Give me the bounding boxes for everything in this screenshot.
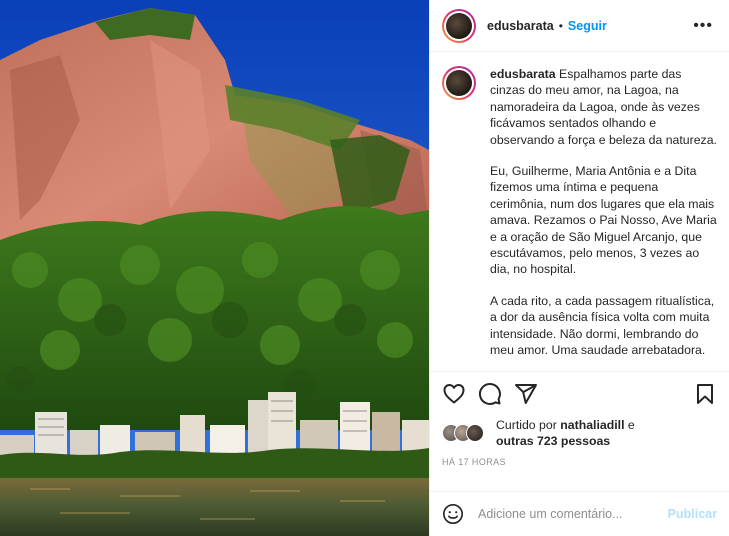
likes-row: Curtido por nathaliadill e outras 723 pe… [430, 416, 729, 450]
liker-avatar[interactable] [466, 424, 484, 442]
comment-bar: Publicar [430, 491, 729, 536]
post-photo[interactable] [0, 0, 429, 536]
smiley-icon[interactable] [442, 503, 464, 525]
action-bar [430, 372, 729, 416]
liker-username[interactable]: nathaliadill [560, 418, 624, 432]
caption-username[interactable]: edusbarata [490, 67, 556, 81]
liker-avatars[interactable] [442, 424, 490, 442]
separator-dot: • [558, 18, 563, 33]
caption-paragraph: edusbarata Espalhamos parte das cinzas d… [490, 67, 717, 147]
more-options-icon[interactable]: ••• [693, 17, 717, 35]
post-header: edusbarata • Seguir ••• [430, 0, 729, 52]
comment-icon[interactable] [478, 382, 502, 406]
share-icon[interactable] [514, 382, 538, 406]
likes-count-link[interactable]: outras 723 pessoas [496, 434, 610, 448]
author-avatar[interactable] [442, 8, 476, 43]
heart-icon[interactable] [442, 382, 466, 406]
publish-button[interactable]: Publicar [668, 507, 717, 521]
corcovado-lagoa-image [0, 0, 429, 536]
caption-paragraph: Eu, Guilherme, Maria Antônia e a Dita fi… [490, 164, 717, 277]
caption-text: edusbarata Espalhamos parte das cinzas d… [490, 66, 717, 371]
post-side-panel: edusbarata • Seguir ••• edusbarata Espal… [429, 0, 729, 536]
comment-input[interactable] [478, 507, 648, 521]
caption-paragraph: A cada rito, a cada passagem ritualístic… [490, 293, 715, 358]
likes-text: Curtido por nathaliadill e outras 723 pe… [496, 418, 635, 448]
bookmark-icon[interactable] [693, 382, 717, 406]
post-timestamp[interactable]: HÁ 17 HORAS [430, 450, 729, 476]
follow-button[interactable]: Seguir [568, 19, 607, 33]
caption-section: edusbarata Espalhamos parte das cinzas d… [430, 52, 729, 372]
caption-avatar[interactable] [442, 66, 476, 100]
author-username[interactable]: edusbarata [487, 19, 554, 33]
